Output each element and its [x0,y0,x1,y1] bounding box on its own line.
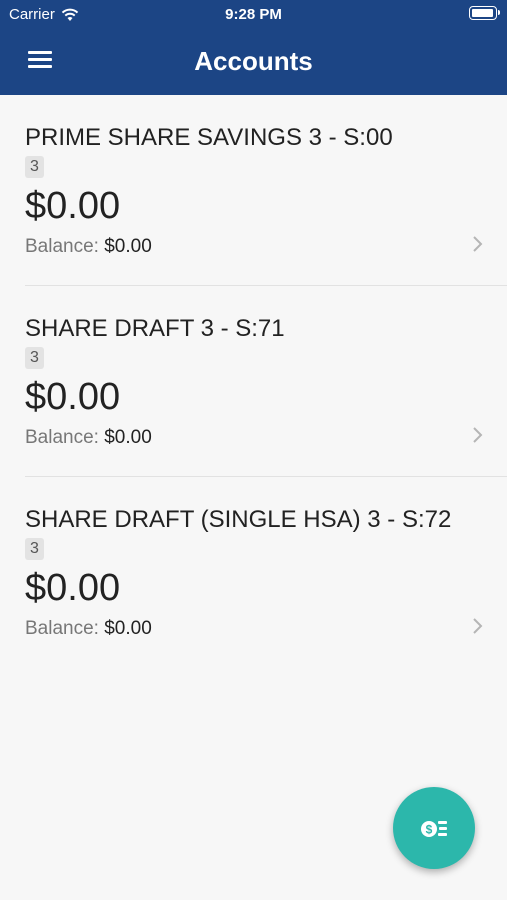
account-balance: Balance: $0.00 [25,236,152,258]
battery-level [472,9,493,17]
chevron-right-icon [473,618,483,634]
account-row[interactable]: SHARE DRAFT (SINGLE HSA) 3 - S:72 3 $0.0… [0,477,507,668]
account-row[interactable]: PRIME SHARE SAVINGS 3 - S:00 3 $0.00 Bal… [0,95,507,286]
app-header: Carrier 9:28 PM Accounts [0,0,507,95]
balance-value: $0.00 [104,427,152,448]
transfer-fab-button[interactable]: $ [393,787,475,869]
battery-icon [469,6,500,20]
account-name: SHARE DRAFT (SINGLE HSA) 3 - S:72 [25,506,452,533]
svg-text:$: $ [426,823,433,837]
account-row[interactable]: SHARE DRAFT 3 - S:71 3 $0.00 Balance: $0… [0,286,507,477]
account-balance: Balance: $0.00 [25,618,152,640]
chevron-right-icon [473,236,483,252]
balance-value: $0.00 [104,618,152,639]
account-amount: $0.00 [25,185,121,227]
accounts-list: PRIME SHARE SAVINGS 3 - S:00 3 $0.00 Bal… [0,95,507,668]
balance-label: Balance: [25,427,99,448]
status-time: 9:28 PM [225,6,282,23]
account-name: PRIME SHARE SAVINGS 3 - S:00 [25,124,393,151]
page-title: Accounts [194,46,313,76]
account-name: SHARE DRAFT 3 - S:71 [25,315,285,342]
account-balance: Balance: $0.00 [25,427,152,449]
balance-label: Balance: [25,618,99,639]
chevron-right-icon [473,427,483,443]
balance-value: $0.00 [104,236,152,257]
balance-label: Balance: [25,236,99,257]
status-bar: Carrier 9:28 PM [0,0,507,28]
account-suffix-badge: 3 [25,156,44,178]
account-amount: $0.00 [25,376,121,418]
account-suffix-badge: 3 [25,347,44,369]
transfer-money-icon: $ [421,821,447,837]
account-suffix-badge: 3 [25,538,44,560]
account-amount: $0.00 [25,567,121,609]
